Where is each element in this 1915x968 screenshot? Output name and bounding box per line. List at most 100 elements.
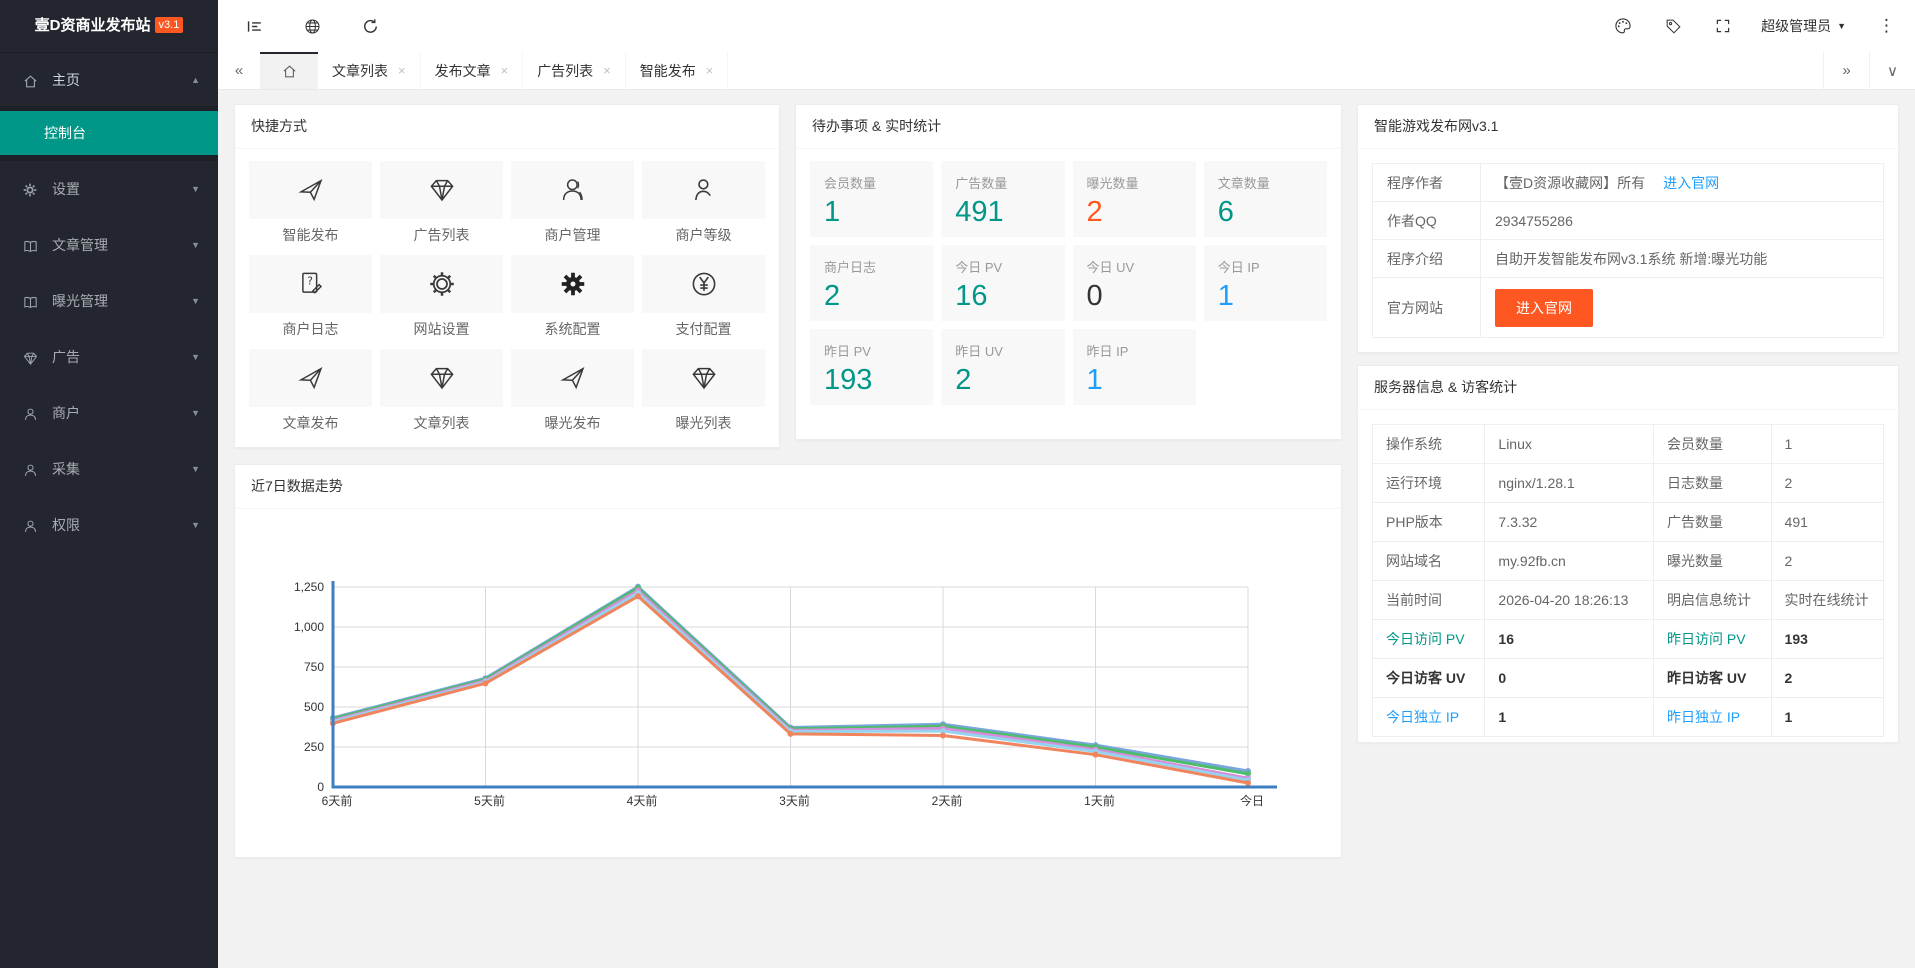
tab-smart-publish[interactable]: 智能发布 × (626, 52, 729, 89)
table-row: 今日访问 PV16昨日访问 PV193 (1373, 620, 1884, 659)
tab-label: 智能发布 (640, 61, 696, 81)
home-icon (281, 63, 298, 80)
sidebar-item-label: 主页 (52, 72, 80, 88)
panel-title: 近7日数据走势 (235, 465, 1341, 509)
official-site-button[interactable]: 进入官网 (1495, 289, 1593, 327)
user-icon (22, 406, 40, 423)
sidebar-item-label: 广告 (52, 349, 80, 365)
chevron-down-icon: ▼ (191, 385, 200, 441)
chevron-down-icon: ▼ (191, 441, 200, 497)
quick-item-payment-config[interactable]: 支付配置 (642, 255, 765, 343)
stat-card-yesterday-pv[interactable]: 昨日 PV193 (810, 329, 933, 405)
sidebar-item-merchants[interactable]: 商户 ▼ (0, 385, 218, 441)
gem-icon (427, 175, 457, 205)
quick-item-ad-list[interactable]: 广告列表 (380, 161, 503, 249)
table-row: 程序介绍 自助开发智能发布网v3.1系统 新增:曝光功能 (1373, 240, 1884, 278)
quick-item-site-settings[interactable]: 网站设置 (380, 255, 503, 343)
quick-item-system-config[interactable]: 系统配置 (511, 255, 634, 343)
svg-text:3天前: 3天前 (779, 793, 810, 808)
panel-title: 服务器信息 & 访客统计 (1358, 366, 1898, 410)
tabs-scroll-left-icon[interactable]: « (218, 52, 260, 89)
stat-card-today-uv[interactable]: 今日 UV0 (1073, 245, 1196, 321)
gear-solid-icon (558, 269, 588, 299)
stat-card-today-ip[interactable]: 今日 IP1 (1204, 245, 1327, 321)
gem-icon (427, 363, 457, 393)
close-icon[interactable]: × (603, 63, 611, 78)
table-row: 程序作者 【壹D资源收藏网】所有进入官网 (1373, 164, 1884, 202)
close-icon[interactable]: × (398, 63, 406, 78)
app-title: 壹D资商业发布站 (35, 17, 151, 34)
tabs-dropdown-icon[interactable]: ∨ (1869, 52, 1915, 89)
quick-item-exposure-list[interactable]: 曝光列表 (642, 349, 765, 437)
stat-card-yesterday-uv[interactable]: 昨日 UV2 (941, 329, 1064, 405)
tab-label: 发布文章 (435, 61, 491, 81)
more-vertical-icon[interactable]: ⋮ (1872, 16, 1901, 36)
svg-text:1,250: 1,250 (294, 580, 324, 594)
user-icon (22, 462, 40, 479)
svg-text:500: 500 (304, 700, 324, 714)
user-icon (22, 518, 40, 535)
sidebar-item-console[interactable]: 控制台 (0, 111, 218, 155)
quick-item-smart-publish[interactable]: 智能发布 (249, 161, 372, 249)
main-content: 快捷方式 智能发布 广告列表 商户管理 (218, 90, 1915, 968)
gem-icon (22, 350, 40, 367)
chevron-down-icon: ▼ (191, 217, 200, 273)
sidebar-item-collect[interactable]: 采集 ▼ (0, 441, 218, 497)
close-icon[interactable]: × (706, 63, 714, 78)
sidebar-item-exposure[interactable]: 曝光管理 ▼ (0, 273, 218, 329)
user-menu[interactable]: 超级管理员 ▼ (1761, 16, 1846, 36)
tab-ad-list[interactable]: 广告列表 × (523, 52, 626, 89)
stat-card-yesterday-ip[interactable]: 昨日 IP1 (1073, 329, 1196, 405)
tabbar: « 文章列表 × 发布文章 × 广告列表 × 智能发布 × » ∨ (218, 52, 1915, 90)
home-icon (22, 73, 40, 90)
sidebar-item-articles[interactable]: 文章管理 ▼ (0, 217, 218, 273)
quick-item-merchant-manage[interactable]: 商户管理 (511, 161, 634, 249)
user-level-icon (689, 175, 719, 205)
stat-card-exposure[interactable]: 曝光数量2 (1073, 161, 1196, 237)
chevron-up-icon: ▲ (191, 53, 200, 107)
user-name: 超级管理员 (1761, 16, 1831, 36)
stat-card-ads[interactable]: 广告数量491 (941, 161, 1064, 237)
table-row: 当前时间2026-04-20 18:26:13明启信息统计实时在线统计 (1373, 581, 1884, 620)
stat-card-articles[interactable]: 文章数量6 (1204, 161, 1327, 237)
topbar: 超级管理员 ▼ ⋮ (218, 0, 1915, 52)
quick-item-article-publish[interactable]: 文章发布 (249, 349, 372, 437)
table-row: 官方网站 进入官网 (1373, 278, 1884, 338)
stat-card-merchant-log[interactable]: 商户日志2 (810, 245, 933, 321)
sidebar-item-home[interactable]: 主页 ▲ (0, 52, 218, 106)
stat-card-members[interactable]: 会员数量1 (810, 161, 933, 237)
gem-icon (689, 363, 719, 393)
svg-text:2天前: 2天前 (932, 793, 963, 808)
sidebar-item-ads[interactable]: 广告 ▼ (0, 329, 218, 385)
quick-item-exposure-publish[interactable]: 曝光发布 (511, 349, 634, 437)
intro-value: 自助开发智能发布网v3.1系统 新增:曝光功能 (1481, 240, 1884, 278)
close-icon[interactable]: × (501, 63, 509, 78)
sidebar-item-settings[interactable]: 设置 ▼ (0, 161, 218, 217)
globe-icon[interactable] (300, 14, 324, 38)
tag-icon[interactable] (1661, 14, 1685, 38)
official-site-link[interactable]: 进入官网 (1663, 175, 1719, 191)
sidebar-item-permissions[interactable]: 权限 ▼ (0, 497, 218, 553)
tab-publish-article[interactable]: 发布文章 × (421, 52, 524, 89)
tabs-scroll-right-icon[interactable]: » (1823, 52, 1869, 89)
palette-icon[interactable] (1611, 14, 1635, 38)
table-row: 操作系统Linux会员数量1 (1373, 425, 1884, 464)
svg-text:1,000: 1,000 (294, 620, 324, 634)
tab-article-list[interactable]: 文章列表 × (318, 52, 421, 89)
tab-home[interactable] (260, 52, 318, 89)
panel-title: 快捷方式 (235, 105, 779, 149)
send-icon (296, 363, 326, 393)
stat-card-today-pv[interactable]: 今日 PV16 (941, 245, 1064, 321)
quick-item-article-list[interactable]: 文章列表 (380, 349, 503, 437)
spread-icon[interactable] (242, 14, 266, 38)
tabbar-spacer (728, 52, 1823, 89)
sidebar-nav: 主页 ▲ 控制台 设置 ▼ 文章管理 ▼ 曝光管理 (0, 52, 218, 553)
table-row: 今日独立 IP1昨日独立 IP1 (1373, 698, 1884, 737)
sidebar-item-label: 商户 (52, 405, 80, 421)
fullscreen-icon[interactable] (1711, 14, 1735, 38)
svg-text:1天前: 1天前 (1084, 793, 1115, 808)
refresh-icon[interactable] (358, 14, 382, 38)
quick-item-merchant-log[interactable]: ? 商户日志 (249, 255, 372, 343)
line-chart-canvas: 02505007501,0001,2506天前5天前4天前3天前2天前1天前今日 (235, 511, 1341, 855)
quick-item-merchant-level[interactable]: 商户等级 (642, 161, 765, 249)
